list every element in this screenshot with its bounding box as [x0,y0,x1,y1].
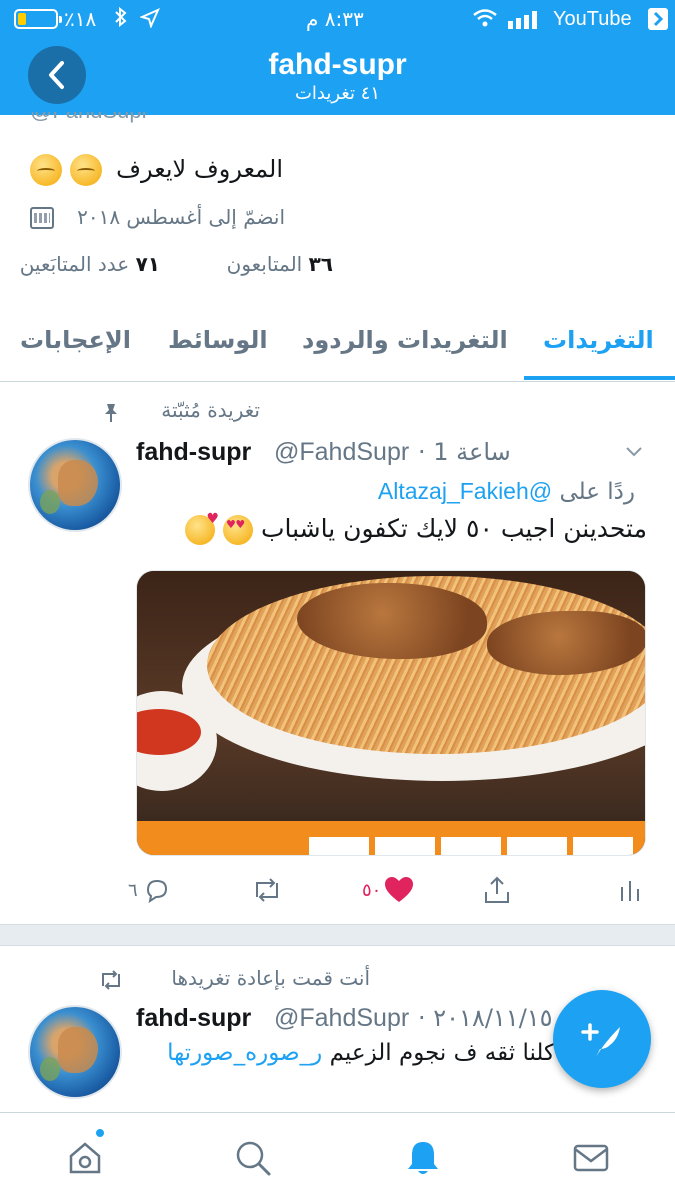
battery-icon [14,9,62,29]
like-button[interactable]: ٥٠ [362,872,415,908]
tweet-author-name[interactable]: fahd-supr [136,438,251,467]
search-icon [236,1141,271,1176]
retweet-icon [102,970,120,990]
profile-name-title: fahd-supr [268,48,407,81]
compose-tweet-button[interactable] [553,990,651,1088]
sleeping-face-icon [70,154,102,186]
share-button[interactable] [482,872,512,908]
nav-home[interactable] [60,1133,110,1183]
tweet-author-handle: @FahdSupr [274,438,410,466]
tweet-author-handle: @FahdSupr [274,1004,410,1032]
calendar-icon [30,207,54,229]
status-bar: ٪١٨ ٨:٣٣ م YouTube [0,0,675,38]
tab-tweets-replies[interactable]: التغريدات والردود [302,326,508,354]
pin-icon [105,404,117,422]
tweet-author-name[interactable]: fahd-supr [136,1004,251,1033]
analytics-icon [621,881,639,901]
header-bar: ٪١٨ ٨:٣٣ م YouTube fahd-supr ٤١ تغريدات [0,0,675,115]
tweet-body: متحدينن اجيب ٥٠ لايك تكفون ياشباب [260,514,647,543]
compose-tweet-icon [581,1023,620,1057]
analytics-button[interactable] [618,872,642,908]
bluetooth-icon [114,5,128,34]
reply-button[interactable]: ٦ [128,872,172,908]
profile-tabs: التغريدات التغريدات والردود الوسائط الإع… [0,310,675,382]
battery-percent: ٪١٨ [64,7,97,31]
tweet-time: · 1 ساعة [418,438,511,466]
following-label: المتابعون [226,252,303,276]
reply-mention-link[interactable]: @Altazaj_Fakieh [378,478,552,504]
followers-count: ٧١ [135,252,160,276]
tweet-divider [0,924,675,946]
pinned-tweet-label: تغريدة مُثبّتة [161,398,260,422]
followers-stat[interactable]: ٧١ عدد المتابَعين [20,252,160,276]
carrier-name: YouTube [553,8,632,30]
reply-icon [146,879,167,904]
home-icon [69,1142,101,1174]
tab-media[interactable]: الوسائط [168,326,268,354]
tweet-body: كلنا ثقه ف نجوم الزعيم [329,1040,555,1066]
heart-eyes-emoji-icon [223,515,254,545]
joined-date: انضمّ إلى أغسطس ٢٠١٨ [77,205,285,229]
active-tab-indicator [524,376,675,380]
tweet-time: · ٢٠١٨/١١/١٥ [418,1004,553,1032]
retweet-icon [256,878,278,902]
avatar[interactable] [28,438,122,532]
signal-icon [508,10,544,34]
bell-icon [408,1142,438,1174]
tweet-photo[interactable] [136,570,646,856]
chevron-down-icon[interactable] [625,443,643,461]
tweet-actions: ٦ ٥٠ [0,872,675,912]
nav-search[interactable] [228,1133,278,1183]
wifi-icon [472,8,498,33]
bottom-nav [0,1112,675,1200]
like-count: ٥٠ [362,879,382,901]
profile-bio: المعروف لايعرف [116,155,283,183]
avatar[interactable] [28,1005,122,1099]
location-arrow-icon [139,8,160,33]
following-stat[interactable]: ٣٦ المتابعون [227,252,333,276]
tab-likes[interactable]: الإعجابات [20,326,131,354]
tweet-count: ٤١ تغريدات [294,83,381,104]
hashtag-link[interactable]: ر_صوره_صورتها [167,1040,322,1066]
retweeted-label: أنت قمت بإعادة تغريدها [171,966,370,990]
kiss-emoji-icon [185,511,219,545]
sleeping-face-icon [30,154,62,186]
clock: ٨:٣٣ م [306,7,364,31]
tab-tweets[interactable]: التغريدات [543,326,654,354]
reply-prefix: ردًا على [559,479,635,505]
sleeping-emojis [30,154,110,188]
followers-label: عدد المتابَعين [19,252,130,276]
nav-notifications[interactable] [398,1133,448,1183]
mail-icon [573,1144,609,1172]
following-count: ٣٦ [308,252,333,276]
share-icon [485,876,509,903]
tweet-text: كلنا ثقه ف نجوم الزعيم ر_صوره_صورتها [167,1040,555,1066]
tweet-text: متحدينن اجيب ٥٠ لايك تكفون ياشباب [185,511,647,545]
back-to-app-icon[interactable] [648,8,668,35]
reply-count: ٦ [128,879,138,901]
heart-icon [385,877,414,902]
reply-to-line: ردًا على @Altazaj_Fakieh [378,478,635,505]
new-activity-dot [95,1128,105,1138]
nav-messages[interactable] [566,1133,616,1183]
retweet-button[interactable] [250,872,284,908]
